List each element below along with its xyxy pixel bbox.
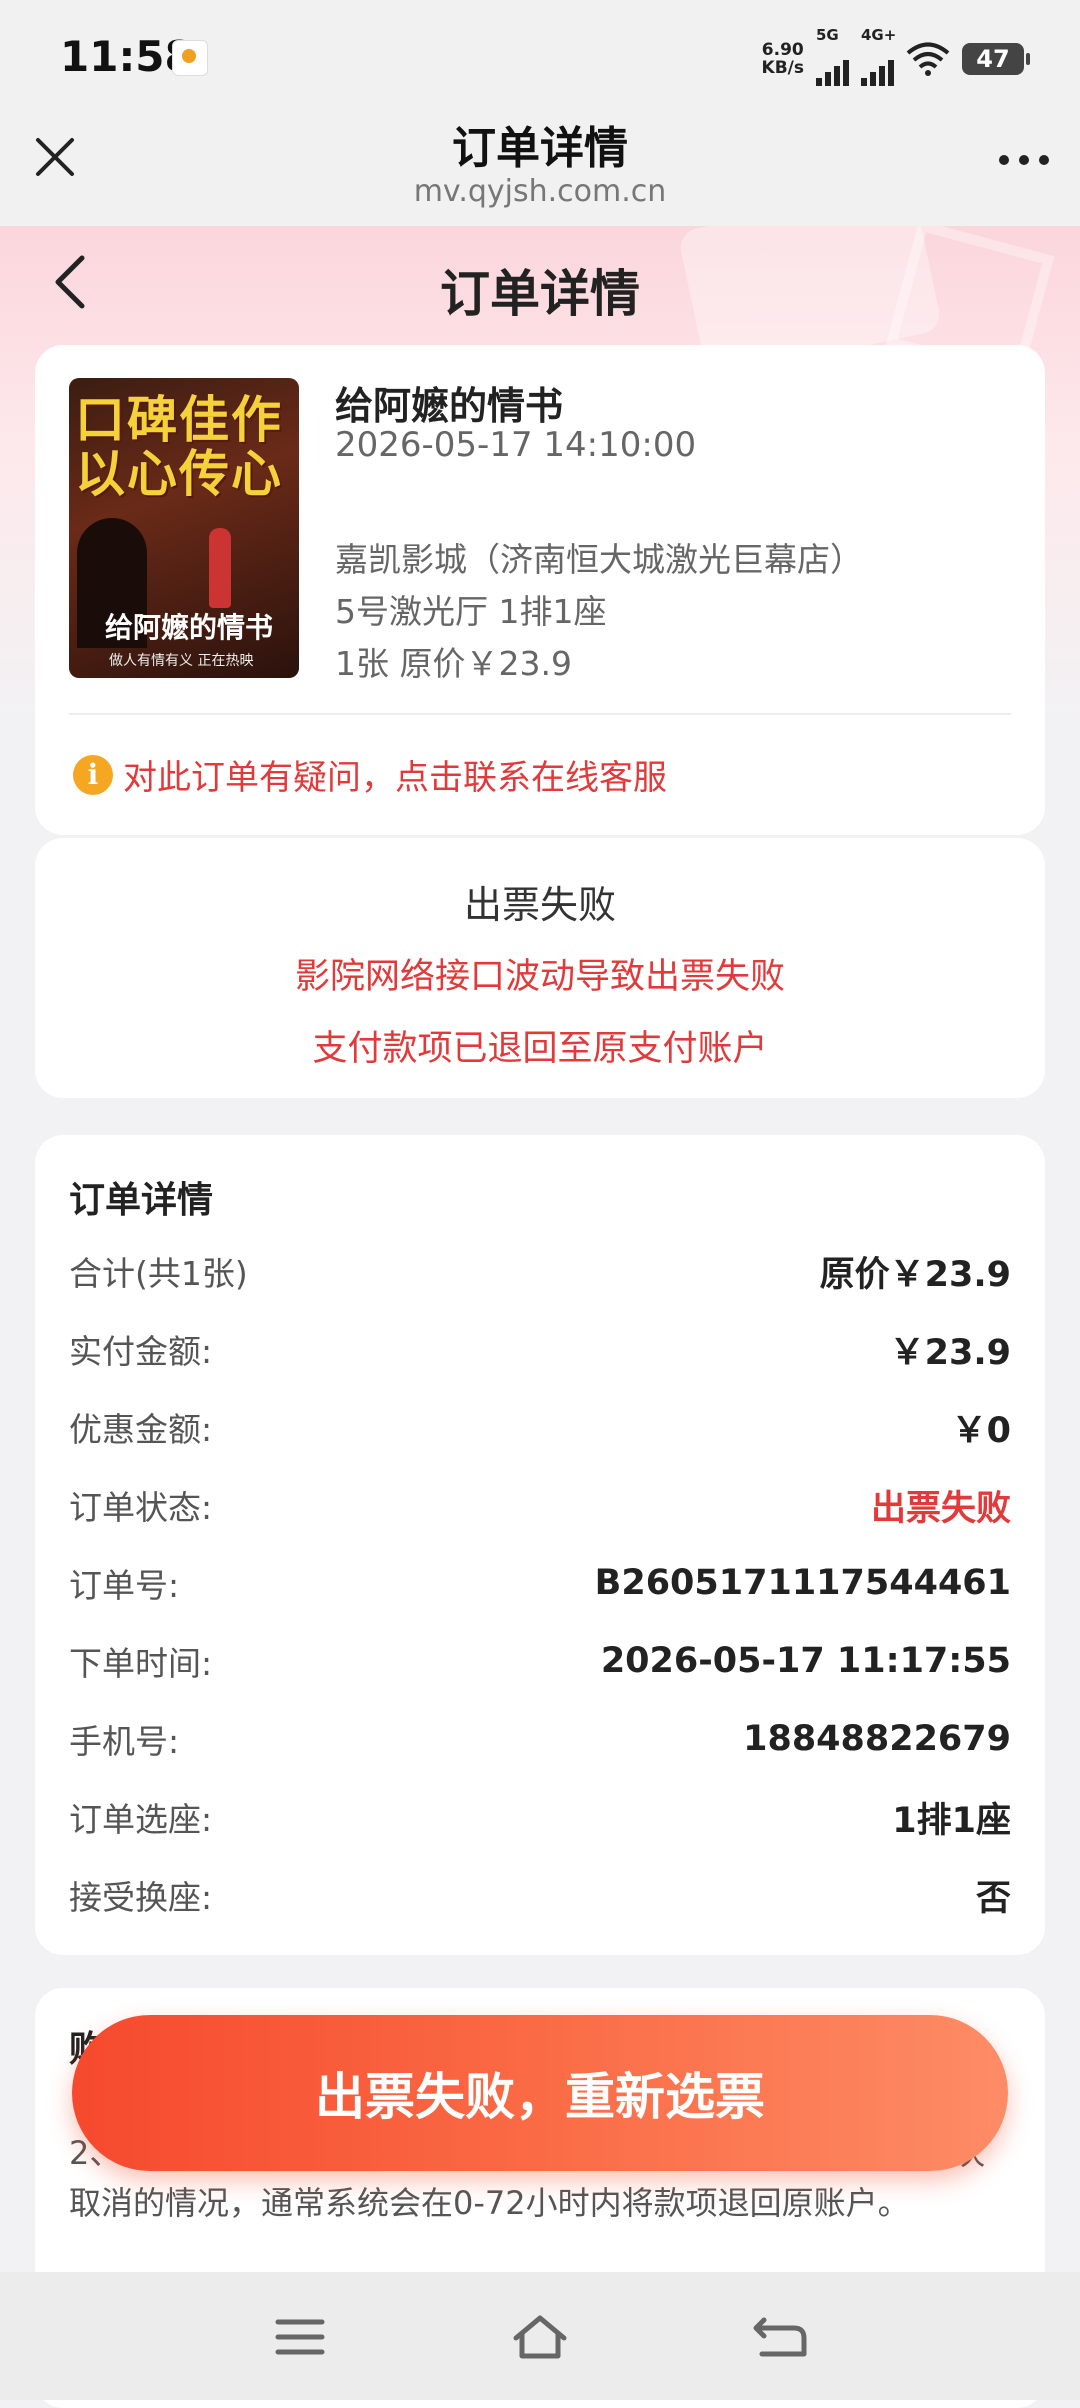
movie-showtime: 2026-05-17 14:10:00 (335, 425, 697, 465)
status-reason: 影院网络接口波动导致出票失败 (294, 957, 785, 997)
info-icon: i (73, 754, 113, 795)
signal-4g-icon: 4G+ (861, 26, 896, 86)
status-bar: 11:58 6.90 KB/s 5G 4G+ 47 (0, 0, 1080, 110)
poster-title: 给阿嬷的情书 (105, 611, 274, 644)
signal-5g-icon: 5G (816, 26, 849, 86)
movie-poster[interactable]: 口碑佳作 以心传心 给阿嬷的情书 做人有情有义 正在热映 (69, 378, 299, 678)
hall-seat: 5号激光厅 1排1座 (335, 592, 607, 631)
home-icon[interactable] (510, 2312, 570, 2362)
refund-message: 支付款项已退回至原支付账户 (312, 1029, 768, 1069)
cinema-name: 嘉凯影城（济南恒大城激光巨幕店） (335, 540, 863, 579)
detail-row-paid: 实付金额: ￥23.9 (69, 1332, 1011, 1373)
reselect-ticket-button[interactable]: 出票失败，重新选票 (72, 2015, 1008, 2171)
detail-row-discount: 优惠金额: ￥0 (69, 1410, 1011, 1451)
back-nav-icon[interactable] (750, 2312, 810, 2362)
detail-row-total: 合计(共1张) 原价￥23.9 (69, 1254, 1011, 1295)
movie-info-card: 口碑佳作 以心传心 给阿嬷的情书 做人有情有义 正在热映 给阿嬷的情书 2026… (35, 345, 1045, 835)
browser-url: mv.qyjsh.com.cn (413, 174, 667, 209)
browser-title: 订单详情 (452, 123, 628, 174)
wifi-icon (906, 42, 950, 76)
poster-headline: 以心传心 (75, 444, 283, 503)
browser-nav-bar: 订单详情 mv.qyjsh.com.cn (0, 110, 1080, 226)
contact-support-link[interactable]: i 对此订单有疑问，点击联系在线客服 (73, 750, 667, 799)
detail-row-order-no: 订单号: B2605171117544461 (69, 1563, 1011, 1605)
more-icon[interactable] (994, 150, 1054, 170)
ticket-price: 1张 原价￥23.9 (335, 644, 572, 683)
poster-tagline: 做人有情有义 正在热映 (109, 653, 254, 669)
app-notification-icon (172, 40, 208, 76)
detail-row-seat: 订单选座: 1排1座 (69, 1800, 1011, 1841)
status-title: 出票失败 (463, 883, 616, 927)
battery-icon: 47 (962, 43, 1030, 75)
divider (69, 713, 1011, 715)
menu-icon[interactable] (270, 2312, 330, 2362)
order-details-card: 订单详情 合计(共1张) 原价￥23.9 实付金额: ￥23.9 优惠金额: ￥… (35, 1135, 1045, 1955)
detail-row-order-time: 下单时间: 2026-05-17 11:17:55 (69, 1641, 1011, 1683)
detail-row-status: 订单状态: 出票失败 (69, 1475, 1011, 1535)
detail-row-phone: 手机号: 18848822679 (69, 1719, 1011, 1761)
page-title: 订单详情 (440, 265, 640, 323)
network-speed: 6.90 KB/s (761, 40, 804, 78)
status-indicators: 6.90 KB/s 5G 4G+ 47 (761, 26, 1030, 86)
movie-name: 给阿嬷的情书 (335, 384, 564, 428)
detail-row-seat-change: 接受换座: 否 (69, 1878, 1011, 1919)
order-details-title: 订单详情 (69, 1180, 214, 1221)
ticket-status-card: 出票失败 影院网络接口波动导致出票失败 支付款项已退回至原支付账户 (35, 838, 1045, 1098)
system-nav-bar (0, 2272, 1080, 2400)
order-status-badge: 出票失败 (870, 1488, 1011, 1529)
contact-support-text: 对此订单有疑问，点击联系在线客服 (123, 758, 667, 798)
